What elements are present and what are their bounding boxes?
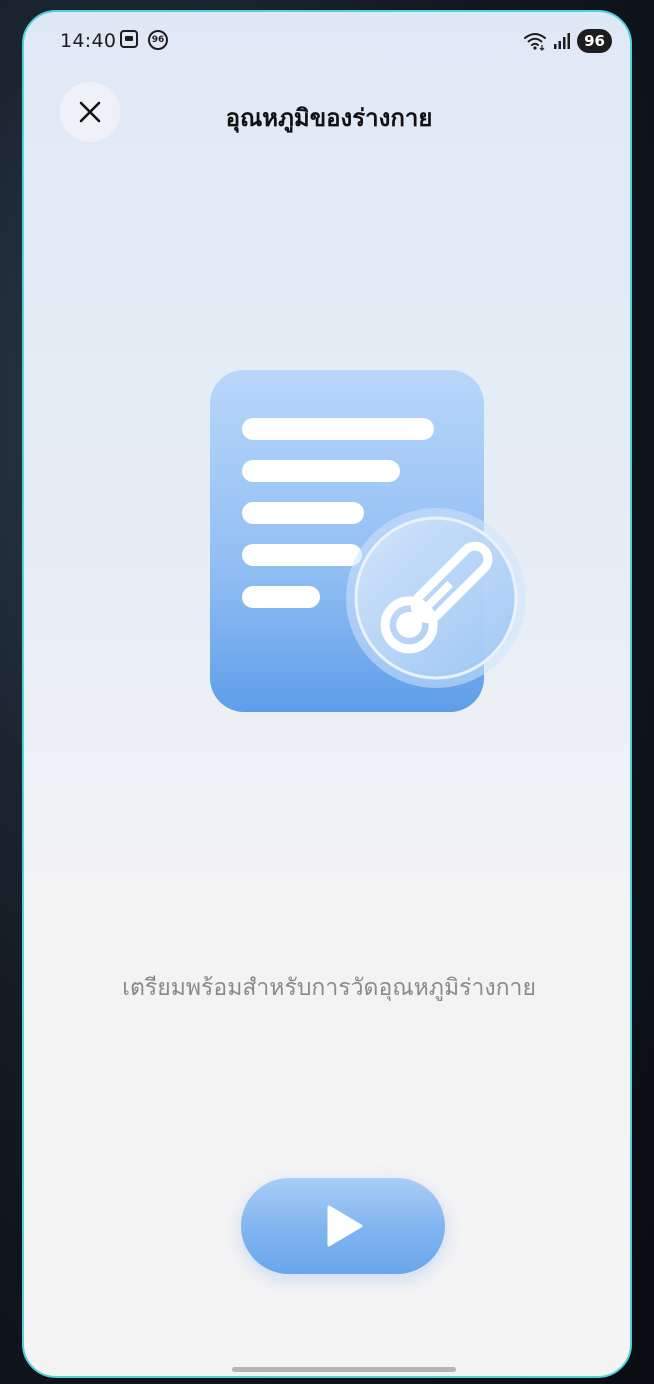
status-right-group: 96 xyxy=(523,28,612,54)
home-indicator[interactable] xyxy=(232,1367,456,1372)
start-measurement-button[interactable] xyxy=(241,1178,445,1274)
screenshot-icon xyxy=(120,30,138,48)
status-message: เตรียมพร้อมสำหรับการวัดอุณหภูมิร่างกาย xyxy=(122,975,536,1001)
page-title: อุณหภูมิของร่างกาย xyxy=(225,104,433,132)
play-icon xyxy=(327,1205,363,1247)
signal-icon xyxy=(554,33,571,49)
phone-screen: 14:40 96 96 อุณหภูมิของร่างกาย เตรียมพร้… xyxy=(22,10,632,1378)
status-bar: 14:40 96 96 xyxy=(24,12,630,68)
notification-count-icon: 96 xyxy=(148,30,168,50)
status-time: 14:40 xyxy=(60,30,117,52)
battery-icon: 96 xyxy=(577,29,612,53)
wifi-icon xyxy=(524,33,547,51)
document-thermometer-icon xyxy=(210,370,526,712)
